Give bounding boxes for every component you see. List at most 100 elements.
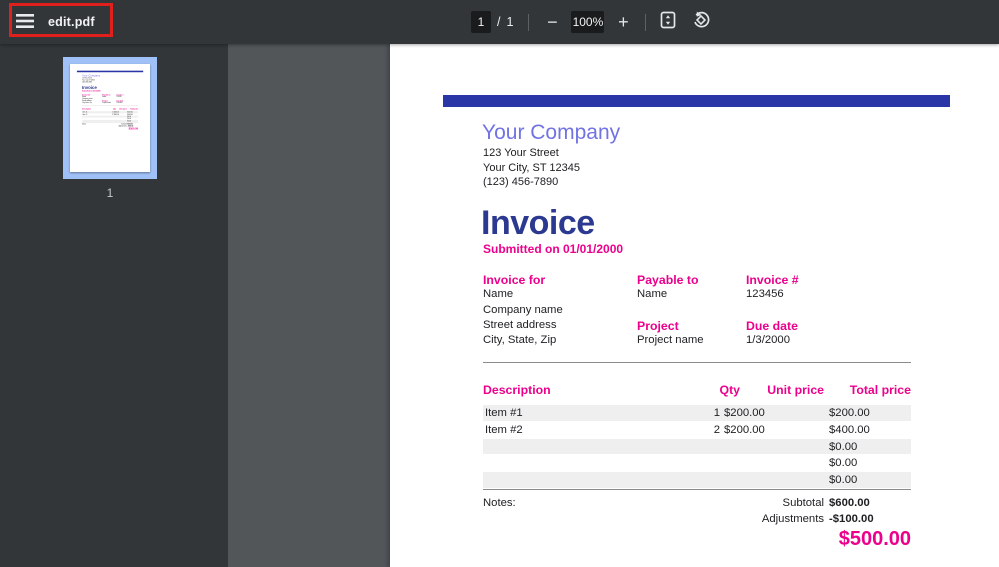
table-row: Item #2 2 $200.00 $400.00 bbox=[483, 422, 911, 438]
toolbar-divider bbox=[528, 14, 529, 31]
zoom-level-input[interactable]: 100% bbox=[571, 11, 604, 33]
adjustments-value: -$100.00 bbox=[829, 513, 911, 525]
invoice-heading: Invoice bbox=[481, 204, 595, 243]
invoice-info-section: Invoice for Name Company name Street add… bbox=[483, 273, 913, 353]
subtotal-label: Subtotal bbox=[633, 497, 824, 509]
invoice-info-section: Invoice for Name Company name Street add… bbox=[82, 94, 138, 104]
payable-to-label: Payable to bbox=[637, 273, 743, 288]
table-header-row: Description Qty Unit price Total price bbox=[483, 383, 911, 400]
bill-to-city: City, State, Zip bbox=[483, 334, 633, 349]
fit-to-page-button[interactable] bbox=[656, 10, 680, 34]
total-price-header: Total price bbox=[127, 108, 138, 110]
address-line: (123) 456-7890 bbox=[483, 175, 580, 190]
menu-button[interactable] bbox=[12, 10, 38, 34]
invoice-for-label: Invoice for bbox=[483, 273, 633, 288]
bill-to-name: Name bbox=[483, 288, 633, 303]
invoice-number-value: 123456 bbox=[746, 288, 876, 303]
due-date-label: Due date bbox=[746, 319, 876, 334]
due-date-value: 1/3/2000 bbox=[746, 334, 876, 349]
company-address: 123 Your Street Your City, ST 12345 (123… bbox=[483, 146, 580, 190]
item-description: Item #1 bbox=[485, 407, 523, 419]
subtotal-value: $600.00 bbox=[829, 497, 911, 509]
unit-price-header: Unit price bbox=[742, 383, 824, 397]
table-bottom-rule bbox=[483, 489, 911, 490]
adjustments-row: Adjustments -$100.00 bbox=[483, 513, 911, 529]
spacer-row bbox=[746, 304, 876, 319]
bill-to-company: Company name bbox=[483, 304, 633, 319]
spacer-row bbox=[637, 304, 743, 319]
item-unit-price: $200.00 bbox=[724, 424, 814, 436]
invoice-top-bar bbox=[77, 71, 143, 73]
page-count: 1 bbox=[506, 15, 513, 29]
invoice-number-label: Invoice # bbox=[746, 273, 876, 288]
company-address: 123 Your Street Your City, ST 12345 (123… bbox=[82, 77, 95, 83]
description-header: Description bbox=[483, 383, 551, 397]
document-title: edit.pdf bbox=[48, 0, 95, 44]
pdf-page-canvas[interactable]: Your Company 123 Your Street Your City, … bbox=[390, 44, 999, 567]
page-thumbnail[interactable]: Your Company 123 Your Street Your City, … bbox=[63, 57, 157, 179]
address-line: Your City, ST 12345 bbox=[483, 161, 580, 176]
invoice-for-column: Invoice for Name Company name Street add… bbox=[483, 273, 633, 349]
bill-to-city: City, State, Zip bbox=[82, 102, 102, 104]
payable-to-name: Name bbox=[637, 288, 743, 303]
item-total-price: $400.00 bbox=[829, 424, 909, 436]
line-items-table: Description Qty Unit price Total price I… bbox=[483, 362, 911, 562]
fit-to-page-icon bbox=[658, 10, 678, 35]
table-row: $0.00 bbox=[483, 472, 911, 488]
invoice-for-column: Invoice for Name Company name Street add… bbox=[82, 94, 102, 104]
line-items-table: Description Qty Unit price Total price I… bbox=[82, 106, 138, 132]
item-unit-price: $200.00 bbox=[724, 407, 814, 419]
submitted-date: Submitted on 01/01/2000 bbox=[483, 242, 623, 256]
pdf-toolbar: edit.pdf 1 / 1 − 100% + bbox=[0, 0, 999, 44]
item-total-price: $0.00 bbox=[829, 441, 909, 453]
invoice-content: Your Company 123 Your Street Your City, … bbox=[390, 44, 999, 567]
address-line: (123) 456-7890 bbox=[82, 81, 95, 83]
thumbnail-scale-mount: Your Company 123 Your Street Your City, … bbox=[70, 64, 150, 168]
item-qty: 2 bbox=[678, 424, 720, 436]
submitted-date: Submitted on 01/01/2000 bbox=[82, 90, 100, 92]
description-header: Description bbox=[82, 108, 91, 110]
adjustments-label: Adjustments bbox=[633, 513, 824, 525]
rotate-counterclockwise-icon bbox=[691, 10, 711, 35]
item-total-price: $200.00 bbox=[829, 407, 909, 419]
invoice-number-column: Invoice # 123456 Due date 1/3/2000 bbox=[746, 273, 876, 349]
qty-header: Qty bbox=[109, 108, 116, 110]
zoom-out-button[interactable]: − bbox=[540, 10, 564, 34]
invoice-top-bar bbox=[443, 95, 950, 107]
item-qty: 1 bbox=[678, 407, 720, 419]
item-description: Item #2 bbox=[485, 424, 523, 436]
page-separator: / bbox=[497, 15, 500, 29]
thumbnail-page-label: 1 bbox=[63, 186, 157, 200]
unit-price-header: Unit price bbox=[116, 108, 127, 110]
table-top-rule bbox=[483, 362, 911, 363]
due-date-value: 1/3/2000 bbox=[117, 102, 134, 104]
rotate-button[interactable] bbox=[689, 10, 713, 34]
company-name: Your Company bbox=[482, 121, 620, 145]
item-total-price: $0.00 bbox=[829, 457, 909, 469]
minus-icon: − bbox=[547, 11, 558, 33]
thumbnail-sidebar: Your Company 123 Your Street Your City, … bbox=[0, 44, 228, 567]
invoice-number-column: Invoice # 123456 Due date 1/3/2000 bbox=[117, 94, 134, 104]
total-price-header: Total price bbox=[825, 383, 911, 397]
page-number-input[interactable]: 1 bbox=[471, 11, 491, 33]
toolbar-controls: 1 / 1 − 100% + bbox=[471, 0, 713, 44]
toolbar-divider bbox=[645, 14, 646, 31]
address-line: 123 Your Street bbox=[483, 146, 580, 161]
bill-to-street: Street address bbox=[483, 319, 633, 334]
project-name: Project name bbox=[102, 102, 116, 104]
qty-header: Qty bbox=[690, 383, 740, 397]
grand-total-value: $500.00 bbox=[711, 528, 911, 551]
table-row: $0.00 bbox=[483, 439, 911, 455]
invoice-content: Your Company 123 Your Street Your City, … bbox=[70, 64, 150, 168]
payable-to-column: Payable to Name Project Project name bbox=[637, 273, 743, 349]
project-name: Project name bbox=[637, 334, 743, 349]
grand-total-value: $500.00 bbox=[112, 127, 138, 130]
subtotal-row: Subtotal $600.00 bbox=[483, 497, 911, 513]
table-row: $0.00 bbox=[483, 455, 911, 471]
project-label: Project bbox=[637, 319, 743, 334]
table-row: Item #1 1 $200.00 $200.00 bbox=[483, 405, 911, 421]
hamburger-icon bbox=[16, 14, 34, 31]
viewer-background bbox=[228, 44, 390, 567]
zoom-in-button[interactable]: + bbox=[611, 10, 635, 34]
item-total-price: $0.00 bbox=[829, 474, 909, 486]
